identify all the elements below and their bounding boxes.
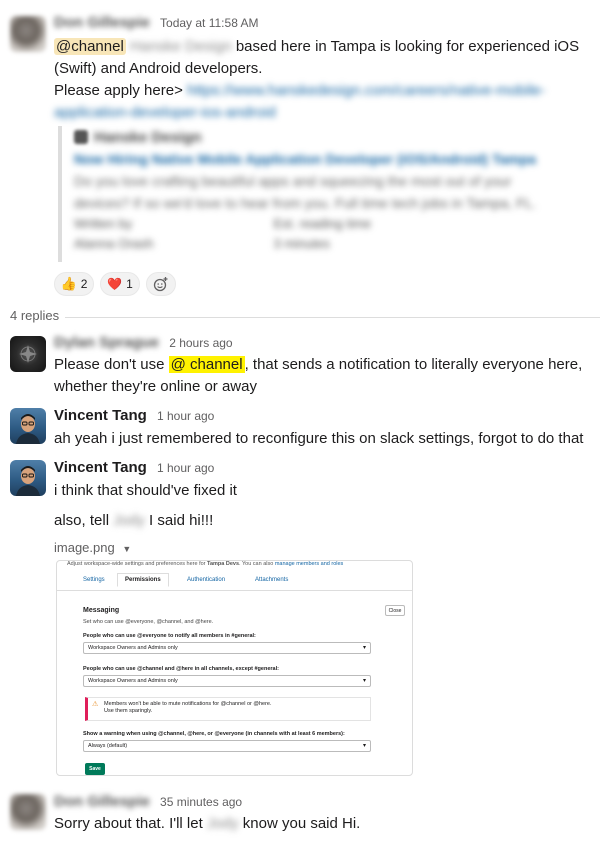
sender-name[interactable]: Vincent Tang xyxy=(54,459,147,476)
highlighted-mention: @ channel xyxy=(168,356,245,373)
message-header: Vincent Tang 1 hour ago xyxy=(54,459,214,476)
warning-icon: ⚠ xyxy=(92,701,99,708)
tab-permissions[interactable]: Permissions xyxy=(117,573,169,587)
message-text-part: Sorry about that. I'll let xyxy=(54,815,207,832)
chevron-down-icon: ▾ xyxy=(362,743,366,749)
avatar-person-icon xyxy=(16,414,40,444)
message-header: Vincent Tang 1 hour ago xyxy=(54,407,214,424)
save-button[interactable]: Save xyxy=(85,763,105,775)
sender-name[interactable]: Vincent Tang xyxy=(54,407,147,424)
warning-setting-select[interactable]: Always (default) ▾ xyxy=(83,740,371,752)
avatar[interactable] xyxy=(10,460,46,496)
site-favicon-icon xyxy=(74,130,88,144)
message-timestamp[interactable]: 35 minutes ago xyxy=(160,795,242,809)
message-header: Dylan Sprague 2 hours ago xyxy=(54,334,233,351)
message-header: Don Gillespie Today at 11:58 AM xyxy=(54,14,259,31)
reaction-count: 2 xyxy=(80,277,88,291)
warning-setting-label: Show a warning when using @channel, @her… xyxy=(83,731,345,737)
caret-down-icon[interactable]: ▼ xyxy=(122,544,131,554)
chevron-down-icon: ▾ xyxy=(362,645,366,651)
channel-permission-select[interactable]: Workspace Owners and Admins only ▾ xyxy=(83,675,371,687)
message-text: , that sends a notification to literally… xyxy=(244,356,583,373)
sender-name-redacted[interactable]: Dylan Sprague xyxy=(54,334,159,351)
sender-name-redacted[interactable]: Don Gillespie xyxy=(54,14,150,31)
message-text: Sorry about that. I'll let Jody know you… xyxy=(54,813,360,835)
link-preview[interactable]: Hanske Design Now Hiring Native Mobile A… xyxy=(58,126,598,262)
section-title: Messaging xyxy=(83,607,120,614)
redacted-preview-meta: Written by Alanna Orash Est. reading time… xyxy=(74,216,372,251)
redacted-link[interactable]: application-developer-ios-android xyxy=(54,104,276,121)
message-header: Don Gillespie 35 minutes ago xyxy=(54,793,242,810)
message-timestamp[interactable]: 2 hours ago xyxy=(169,336,232,350)
channel-mention[interactable]: @channel xyxy=(54,38,126,55)
avatar-person-icon xyxy=(16,466,40,496)
everyone-permission-select[interactable]: Workspace Owners and Admins only ▾ xyxy=(83,642,371,654)
sender-name-redacted[interactable]: Don Gillespie xyxy=(54,793,150,810)
image-attachment[interactable]: Adjust workspace-wide settings and prefe… xyxy=(56,560,413,776)
attachment-filename[interactable]: image.png xyxy=(54,540,115,555)
add-reaction-button[interactable] xyxy=(146,272,176,296)
reaction-count: 1 xyxy=(126,277,133,291)
warning-text: Use them sparingly. xyxy=(104,708,153,714)
settings-tabs: Settings Permissions Authentication Atta… xyxy=(57,573,412,591)
chevron-down-icon: ▾ xyxy=(362,678,366,684)
attachment-header[interactable]: image.png ▼ xyxy=(54,540,131,555)
warning-notice: ⚠ Members won't be able to mute notifica… xyxy=(85,697,371,721)
redacted-name: Jody xyxy=(113,512,145,529)
tab-settings[interactable]: Settings xyxy=(83,577,105,583)
add-emoji-icon xyxy=(153,277,168,292)
redacted-text: Hanske Design xyxy=(129,38,232,55)
avatar[interactable] xyxy=(10,408,46,444)
redacted-preview-desc: Do you love crafting beautiful apps and … xyxy=(74,173,537,211)
message-text: Please apply here> xyxy=(54,82,188,99)
message-text: whether they're online or away xyxy=(54,378,257,395)
message-body: Please don't use @ channel, that sends a… xyxy=(54,354,604,398)
message-text-part: I said hi!!! xyxy=(144,512,214,529)
avatar[interactable] xyxy=(10,794,46,830)
message-text: (Swift) and Android developers. xyxy=(54,60,263,77)
message-text: i think that should've fixed it xyxy=(54,482,237,499)
reaction-heart[interactable]: ❤️ 1 xyxy=(100,272,140,296)
replies-divider xyxy=(10,317,600,318)
message-text-part: know you said Hi. xyxy=(238,815,361,832)
message-text: also, tell Jody I said hi!!! xyxy=(54,510,213,532)
close-button[interactable]: Close xyxy=(385,605,405,616)
everyone-permission-label: People who can use @everyone to notify a… xyxy=(83,633,256,639)
redacted-name: Jody xyxy=(206,815,239,832)
section-description: Set who can use @everyone, @channel, and… xyxy=(83,619,214,625)
avatar-logo-icon xyxy=(19,345,37,363)
message-timestamp[interactable]: 1 hour ago xyxy=(157,409,214,423)
avatar[interactable] xyxy=(10,336,46,372)
settings-intro: Adjust workspace-wide settings and prefe… xyxy=(67,561,344,567)
channel-permission-label: People who can use @channel and @here in… xyxy=(83,666,279,672)
tab-authentication[interactable]: Authentication xyxy=(187,577,225,583)
message-text: ah yeah i just remembered to reconfigure… xyxy=(54,430,584,447)
message-timestamp[interactable]: 1 hour ago xyxy=(157,461,214,475)
message-text: Please don't use xyxy=(54,356,169,373)
message-body: @channel Hanske Design based here in Tam… xyxy=(54,36,604,124)
thumbs-up-icon: 👍 xyxy=(60,276,77,291)
message-text: based here in Tampa is looking for exper… xyxy=(231,38,580,55)
avatar[interactable] xyxy=(10,16,46,52)
redacted-preview-title[interactable]: Now Hiring Native Mobile Application Dev… xyxy=(74,148,598,170)
redacted-site-name: Hanske Design xyxy=(94,128,202,146)
warning-text: Members won't be able to mute notificati… xyxy=(104,701,272,707)
tab-attachments[interactable]: Attachments xyxy=(255,577,288,583)
reaction-thumbs-up[interactable]: 👍 2 xyxy=(54,272,94,296)
replies-count: 4 replies xyxy=(10,308,66,323)
message-timestamp[interactable]: Today at 11:58 AM xyxy=(160,16,259,30)
heart-icon: ❤️ xyxy=(107,277,123,291)
message-text-part: also, tell xyxy=(54,512,114,529)
redacted-link[interactable]: https://www.hanskedesign.com/careers/nat… xyxy=(187,82,546,99)
